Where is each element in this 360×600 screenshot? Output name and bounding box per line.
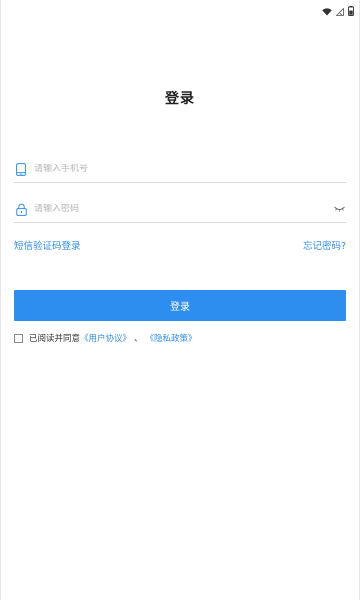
user-agreement-link[interactable]: 《用户协议》 xyxy=(80,332,131,344)
password-field xyxy=(14,196,346,223)
privacy-policy-link[interactable]: 《隐私政策》 xyxy=(146,332,197,344)
agreement-row: 已阅读并同意 《用户协议》 、 《隐私政策》 xyxy=(14,332,346,344)
agreement-separator: 、 xyxy=(134,334,143,344)
page-title: 登录 xyxy=(165,91,195,107)
agreement-prefix: 已阅读并同意 xyxy=(29,334,81,344)
auth-links-row: 短信验证码登录 忘记密码? xyxy=(14,238,346,252)
login-button[interactable]: 登录 xyxy=(14,290,346,321)
sms-login-link[interactable]: 短信验证码登录 xyxy=(14,238,81,252)
status-bar xyxy=(0,0,360,16)
phone-field xyxy=(14,156,346,183)
status-icons xyxy=(322,1,354,20)
signal-off-icon xyxy=(335,1,344,20)
agreement-checkbox[interactable] xyxy=(14,333,23,343)
forgot-password-link[interactable]: 忘记密码? xyxy=(303,238,346,252)
password-input[interactable] xyxy=(34,204,332,214)
login-screen: 登录 短信验证码登录 忘记密码? 登录 已阅读并同意 《用户协议》 、 《隐私政… xyxy=(0,0,360,600)
eye-closed-icon[interactable] xyxy=(332,204,346,214)
phone-input[interactable] xyxy=(34,164,346,174)
lock-icon xyxy=(14,202,28,216)
phone-icon xyxy=(14,162,28,176)
wifi-icon xyxy=(322,1,332,20)
battery-icon xyxy=(348,1,354,20)
